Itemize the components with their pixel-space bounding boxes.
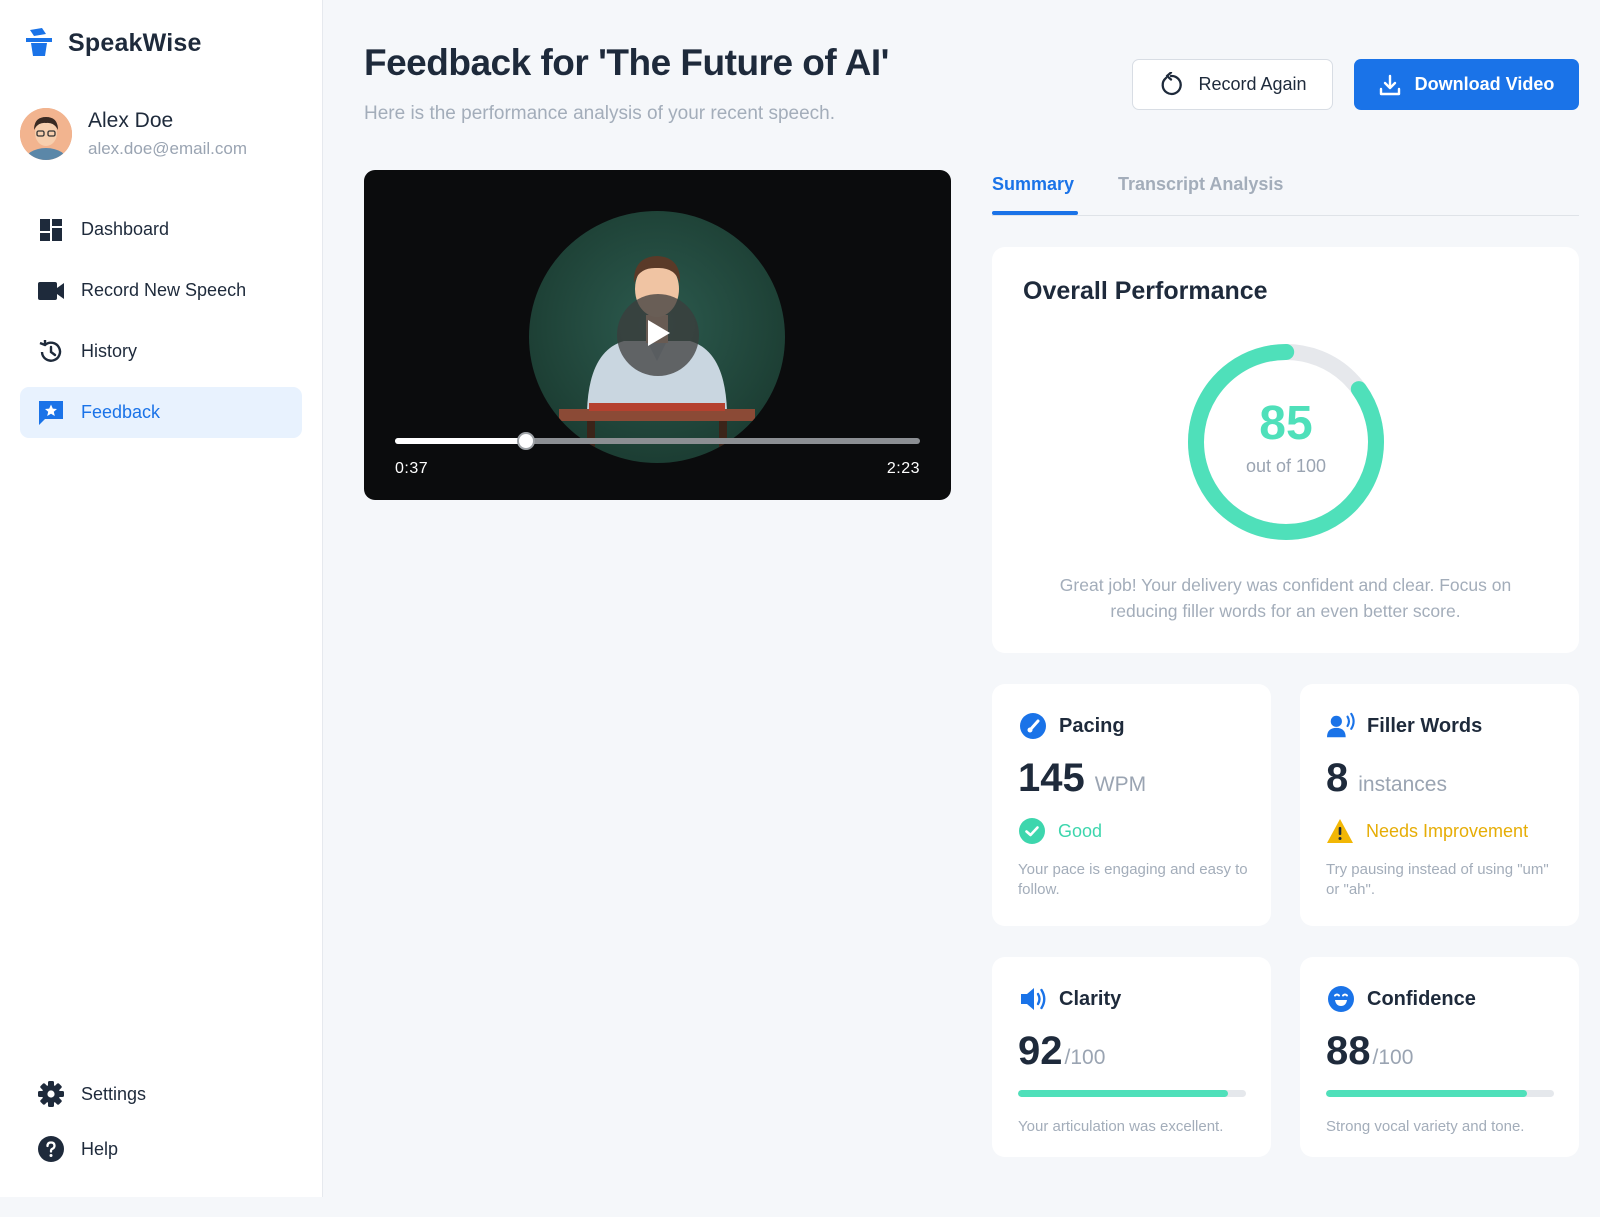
sidebar-item-label: Settings xyxy=(81,1083,147,1104)
history-icon xyxy=(38,339,64,365)
video-progress-bar[interactable] xyxy=(395,432,920,450)
sidebar-item-settings[interactable]: Settings xyxy=(20,1071,302,1117)
clarity-progress-bar xyxy=(1018,1090,1246,1097)
video-camera-icon xyxy=(38,278,64,304)
download-video-button[interactable]: Download Video xyxy=(1354,59,1579,110)
gear-icon xyxy=(38,1081,64,1107)
confidence-progress-fill xyxy=(1326,1090,1527,1097)
smile-icon xyxy=(1327,985,1355,1013)
filler-words-unit: instances xyxy=(1358,773,1447,796)
pacing-note: Your pace is engaging and easy to follow… xyxy=(1018,861,1248,898)
filler-words-card: Filler Words 8 instances Needs Improveme… xyxy=(1300,684,1579,926)
confidence-title: Confidence xyxy=(1367,987,1476,1010)
tab-summary[interactable]: Summary xyxy=(992,174,1074,195)
user-email: alex.doe@email.com xyxy=(88,139,247,158)
confidence-value: 88 xyxy=(1326,1029,1371,1073)
confidence-card: Confidence 88 /100 Strong vocal variety … xyxy=(1300,957,1579,1157)
filler-words-status: Needs Improvement xyxy=(1366,820,1529,841)
pacing-card: Pacing 145 WPM Good Your pace is engagin… xyxy=(992,684,1271,926)
score-out-of: out of 100 xyxy=(1245,456,1327,476)
filler-words-note: Try pausing instead of using "um" or "ah… xyxy=(1326,861,1549,898)
tab-transcript-analysis[interactable]: Transcript Analysis xyxy=(1118,174,1283,195)
overall-performance-title: Overall Performance xyxy=(1023,277,1268,305)
clarity-progress-fill xyxy=(1018,1090,1228,1097)
warning-icon xyxy=(1326,817,1354,845)
volume-icon xyxy=(1019,985,1047,1013)
download-video-label: Download Video xyxy=(1414,74,1555,94)
sidebar-item-record-new-speech[interactable]: Record New Speech xyxy=(20,265,302,316)
clarity-unit: /100 xyxy=(1064,1046,1106,1069)
current-time: 0:37 xyxy=(395,460,429,477)
sidebar-item-help[interactable]: Help xyxy=(20,1126,302,1172)
confidence-note: Strong vocal variety and tone. xyxy=(1326,1118,1525,1135)
sidebar-item-label: Record New Speech xyxy=(81,280,247,300)
feedback-tabs: Summary Transcript Analysis xyxy=(992,170,1579,216)
overall-performance-card: Overall Performance 85 out of 100 Great … xyxy=(992,247,1579,653)
filler-words-value: 8 xyxy=(1326,756,1349,800)
sidebar-item-dashboard[interactable]: Dashboard xyxy=(20,204,302,255)
pacing-title: Pacing xyxy=(1059,714,1125,737)
speedometer-icon xyxy=(1019,712,1047,740)
filler-words-title: Filler Words xyxy=(1367,714,1483,737)
active-tab-indicator xyxy=(992,211,1078,215)
voice-user-icon xyxy=(1327,712,1355,740)
pacing-status: Good xyxy=(1058,820,1103,841)
sidebar-nav: Dashboard Record New Speech History Feed… xyxy=(20,204,302,448)
user-name: Alex Doe xyxy=(88,109,174,132)
confidence-progress-bar xyxy=(1326,1090,1554,1097)
clarity-card: Clarity 92 /100 Your articulation was ex… xyxy=(992,957,1271,1157)
pacing-unit: WPM xyxy=(1094,773,1147,796)
page-subtitle: Here is the performance analysis of your… xyxy=(364,103,836,124)
sidebar-item-label: Help xyxy=(81,1138,119,1159)
app-name: SpeakWise xyxy=(68,28,202,57)
sidebar-item-label: Feedback xyxy=(81,402,161,422)
speakwise-logo-icon xyxy=(24,26,54,60)
video-progress-handle[interactable] xyxy=(517,432,536,450)
overall-score: 85 xyxy=(1259,397,1313,450)
check-circle-icon xyxy=(1018,817,1046,845)
sidebar-item-label: Dashboard xyxy=(81,219,170,239)
pacing-value: 145 xyxy=(1018,756,1085,800)
clarity-title: Clarity xyxy=(1059,987,1122,1010)
confidence-unit: /100 xyxy=(1372,1046,1414,1069)
overall-feedback-message: Great job! Your delivery was confident a… xyxy=(1059,575,1512,621)
sidebar: SpeakWise Alex Doe alex.doe@email.com Da… xyxy=(0,0,323,1197)
page-title: Feedback for 'The Future of AI' xyxy=(364,42,889,83)
record-again-label: Record Again xyxy=(1198,74,1307,94)
sidebar-item-history[interactable]: History xyxy=(20,326,302,377)
user-profile[interactable]: Alex Doe alex.doe@email.com xyxy=(20,108,247,160)
download-icon xyxy=(1379,74,1401,96)
help-icon xyxy=(38,1136,64,1162)
play-button[interactable] xyxy=(617,294,699,376)
feedback-icon xyxy=(38,400,64,426)
brand[interactable]: SpeakWise xyxy=(24,26,202,60)
video-player[interactable]: 0:37 2:23 xyxy=(364,170,951,500)
sidebar-item-feedback[interactable]: Feedback xyxy=(20,387,302,438)
clarity-note: Your articulation was excellent. xyxy=(1018,1118,1224,1135)
total-time: 2:23 xyxy=(886,460,920,477)
dashboard-icon xyxy=(38,217,64,243)
sidebar-item-label: History xyxy=(81,341,138,361)
replay-icon xyxy=(1158,71,1184,98)
avatar xyxy=(20,108,72,160)
clarity-value: 92 xyxy=(1018,1029,1063,1073)
video-progress-fill xyxy=(395,438,527,444)
record-again-button[interactable]: Record Again xyxy=(1132,59,1333,110)
play-icon xyxy=(645,319,671,352)
sidebar-bottom-nav: Settings Help xyxy=(20,1071,302,1181)
